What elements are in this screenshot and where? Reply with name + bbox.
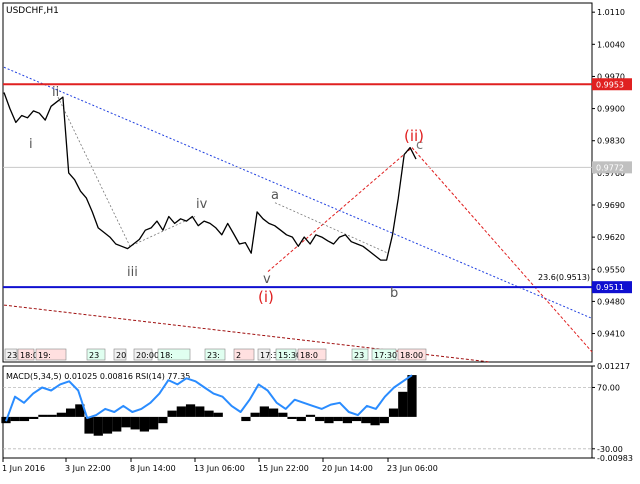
time-tick-label: 13 Jun 06:00 <box>194 464 245 473</box>
macd-bar <box>167 410 177 417</box>
session-box-label: 18: <box>160 351 173 360</box>
chart-root: USDCHF,H1 1.0110 1.0040 0.9970 0.9900 0.9830 0… <box>0 0 640 480</box>
level-label-0: 0.9953 <box>596 80 624 89</box>
macd-bar <box>204 410 214 417</box>
time-tick-label: 8 Jun 14:00 <box>130 464 176 473</box>
price-tick-label: 1.0040 <box>597 40 625 49</box>
price-panel-frame <box>2 2 593 363</box>
price-chart: USDCHF,H1 1.01101.00400.99700.99000.98300… <box>1 2 633 473</box>
time-tick-label: 15 Jun 22:00 <box>258 464 309 473</box>
macd-bar <box>130 416 140 430</box>
wave-label-ii-major: (ii) <box>404 127 424 145</box>
session-box-label: 23 <box>354 351 364 360</box>
session-box-label: 20 <box>116 351 126 360</box>
session-box-label: 23 <box>89 351 99 360</box>
macd-bar <box>296 416 306 422</box>
macd-bar <box>195 406 205 417</box>
macd-bar <box>268 408 279 417</box>
macd-bar <box>185 404 196 417</box>
time-tick-label: 1 Jun 2016 <box>2 464 45 473</box>
macd-bar <box>29 416 39 419</box>
price-series-line <box>3 92 417 261</box>
level-label-1: 0.9511 <box>596 283 624 292</box>
macd-bar <box>158 416 168 424</box>
indicator-tick-label: 70.00 <box>597 383 620 392</box>
macd-bar <box>176 406 186 417</box>
indicator-tick-label: 0.01217 <box>597 362 630 371</box>
macd-bar <box>259 406 269 417</box>
price-tick-label: 0.9480 <box>597 297 625 306</box>
macd-bar <box>84 416 94 434</box>
wave-label-iii-small: iii <box>127 265 138 280</box>
session-box-label: 19: <box>38 351 51 360</box>
macd-bar <box>407 375 417 417</box>
wave-projection-lines <box>267 146 593 353</box>
macd-bar <box>213 412 223 417</box>
macd-bar <box>19 416 30 422</box>
trend-line-blue <box>3 66 593 319</box>
macd-bar <box>65 408 76 417</box>
wave-label-v-small: v <box>263 272 271 287</box>
macd-bar <box>121 416 131 428</box>
macd-bar <box>324 416 334 424</box>
indicator-tick-label: -30.00 <box>597 445 623 454</box>
macd-bar <box>315 416 325 422</box>
session-box-label: 23: <box>207 351 220 360</box>
session-box-label: 18:00 <box>400 351 423 360</box>
fib-label: 23.6(0.9513) <box>538 273 590 282</box>
price-tick-label: 0.9690 <box>597 201 625 210</box>
wave-label-i-major: (i) <box>258 288 274 306</box>
macd-bar <box>10 416 20 422</box>
wave-label-ii-small: ii <box>52 85 59 100</box>
macd-bar <box>112 416 122 432</box>
wave-label-b: b <box>390 286 398 301</box>
macd-bar <box>287 416 297 419</box>
macd-bar <box>56 412 66 417</box>
indicator-label: MACD(5,34,5) 0.01025 0.00816 RSI(14) 77.… <box>6 372 190 381</box>
current-price-label: 0.9772 <box>596 163 624 172</box>
macd-bar <box>370 416 380 426</box>
macd-bar <box>149 416 159 430</box>
wave-label-iv-small: iv <box>196 197 208 212</box>
price-tick-label: 1.0110 <box>597 8 625 17</box>
macd-bar <box>342 416 353 424</box>
macd-bar <box>361 416 371 424</box>
session-box-label: 17:3 <box>260 351 278 360</box>
chart-title: USDCHF,H1 <box>6 6 59 16</box>
price-tick-label: 0.9900 <box>597 105 625 114</box>
macd-bar <box>93 416 103 436</box>
wave-label-a: a <box>271 188 279 203</box>
wave-label-i-small: i <box>29 137 33 152</box>
time-tick-label: 3 Jun 22:00 <box>65 464 111 473</box>
session-box-label: 15:30 <box>278 351 301 360</box>
macd-bar <box>250 412 260 417</box>
price-tick-label: 0.9410 <box>597 330 625 339</box>
macd-bar <box>388 408 399 417</box>
macd-bar <box>398 391 408 417</box>
time-tick-label: 20 Jun 14:00 <box>322 464 373 473</box>
macd-bar <box>102 416 113 434</box>
macd-bar <box>241 416 251 422</box>
macd-bar <box>333 416 343 422</box>
time-tick-label: 23 Jun 06:00 <box>387 464 438 473</box>
macd-bar <box>305 414 316 417</box>
macd-bar <box>379 416 389 424</box>
session-box-label: 2 <box>236 351 241 360</box>
session-box-label: 17:30 <box>374 351 397 360</box>
price-tick-label: 0.9830 <box>597 137 625 146</box>
wave-guide-lines <box>274 202 389 254</box>
price-tick-label: 0.9620 <box>597 233 625 242</box>
session-box-label: 18:0 <box>300 351 318 360</box>
indicator-tick-label: -0.00983 <box>597 454 633 463</box>
macd-bar <box>139 416 150 432</box>
macd-bar <box>278 412 288 417</box>
macd-bar <box>38 414 48 417</box>
price-tick-label: 0.9550 <box>597 265 625 274</box>
macd-bar <box>47 414 57 417</box>
macd-bar <box>352 416 362 422</box>
session-box-label: 20:00 <box>136 351 159 360</box>
